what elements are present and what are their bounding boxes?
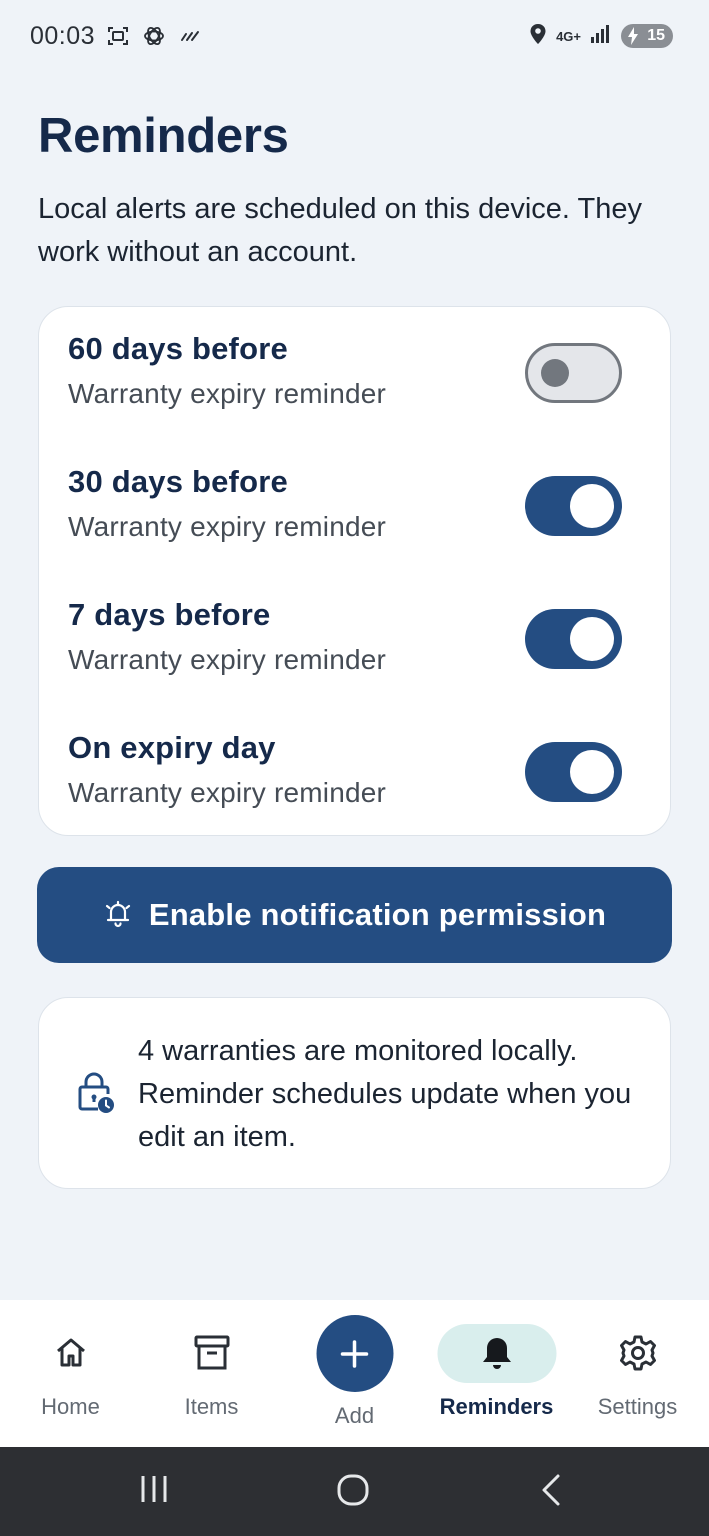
recent-apps-icon[interactable] bbox=[140, 1473, 170, 1510]
toggle-60-days[interactable] bbox=[525, 343, 622, 403]
home-icon bbox=[51, 1333, 91, 1373]
nav-settings-label: Settings bbox=[597, 1394, 678, 1419]
network-label: 4G+ bbox=[556, 28, 581, 44]
nav-reminders-label: Reminders bbox=[439, 1394, 554, 1419]
toggle-30-days[interactable] bbox=[525, 476, 622, 536]
back-icon[interactable] bbox=[540, 1473, 562, 1512]
toggle-7-days[interactable] bbox=[525, 609, 622, 669]
nav-add-label: Add bbox=[334, 1403, 375, 1428]
plus-icon bbox=[340, 1339, 369, 1368]
status-bar: 00:03 4G+ 15 bbox=[0, 0, 709, 72]
screenshot-icon bbox=[105, 23, 131, 49]
nav-home-label: Home bbox=[41, 1394, 100, 1419]
reminder-subtitle: Warranty expiry reminder bbox=[68, 378, 387, 409]
reminder-title: 30 days before bbox=[68, 464, 288, 499]
reminder-title: 7 days before bbox=[68, 597, 271, 632]
page-description: Local alerts are scheduled on this devic… bbox=[38, 193, 642, 268]
archive-icon bbox=[192, 1333, 232, 1373]
nav-items-label: Items bbox=[184, 1394, 239, 1419]
page-title: Reminders bbox=[38, 109, 289, 163]
gear-icon bbox=[618, 1333, 658, 1373]
nav-settings[interactable]: Settings bbox=[567, 1300, 708, 1447]
reminder-subtitle: Warranty expiry reminder bbox=[68, 511, 387, 542]
signal-icon bbox=[589, 23, 613, 50]
location-icon bbox=[528, 23, 548, 50]
toggle-knob bbox=[570, 484, 614, 528]
reminder-row-7-days: 7 days before Warranty expiry reminder bbox=[39, 573, 670, 706]
toggle-knob bbox=[570, 750, 614, 794]
home-system-icon[interactable] bbox=[336, 1473, 370, 1512]
toggle-knob bbox=[570, 617, 614, 661]
reminder-subtitle: Warranty expiry reminder bbox=[68, 644, 387, 675]
info-text: 4 warranties are monitored locally. Remi… bbox=[138, 1035, 632, 1153]
reminder-title: 60 days before bbox=[68, 331, 288, 366]
battery-level: 15 bbox=[647, 27, 665, 44]
bottom-navigation: Home Items Add Reminders Settings bbox=[0, 1300, 709, 1447]
toggle-knob bbox=[541, 359, 569, 387]
toggle-expiry-day[interactable] bbox=[525, 742, 622, 802]
system-navigation-bar bbox=[0, 1447, 709, 1536]
status-time: 00:03 bbox=[30, 21, 96, 50]
bell-icon bbox=[477, 1333, 517, 1373]
reminder-row-expiry-day: On expiry day Warranty expiry reminder bbox=[39, 706, 670, 839]
reminder-title: On expiry day bbox=[68, 730, 276, 765]
nav-add[interactable]: Add bbox=[284, 1300, 425, 1447]
info-card: 4 warranties are monitored locally. Remi… bbox=[38, 997, 671, 1189]
alarm-bell-icon bbox=[103, 898, 133, 933]
reminder-subtitle: Warranty expiry reminder bbox=[68, 777, 387, 808]
nav-home[interactable]: Home bbox=[0, 1300, 141, 1447]
add-button[interactable] bbox=[316, 1315, 393, 1392]
reminders-card: 60 days before Warranty expiry reminder … bbox=[38, 306, 671, 836]
enable-notification-button[interactable]: Enable notification permission bbox=[37, 867, 672, 963]
openai-icon bbox=[141, 23, 167, 49]
lock-clock-icon bbox=[77, 1072, 115, 1119]
reminder-row-30-days: 30 days before Warranty expiry reminder bbox=[39, 440, 670, 573]
enable-notification-label: Enable notification permission bbox=[148, 897, 607, 932]
nav-reminders[interactable]: Reminders bbox=[426, 1300, 567, 1447]
reminder-row-60-days: 60 days before Warranty expiry reminder bbox=[39, 307, 670, 440]
wifi-off-icon bbox=[177, 23, 203, 49]
battery-icon: 15 bbox=[621, 24, 673, 48]
nav-items[interactable]: Items bbox=[141, 1300, 282, 1447]
